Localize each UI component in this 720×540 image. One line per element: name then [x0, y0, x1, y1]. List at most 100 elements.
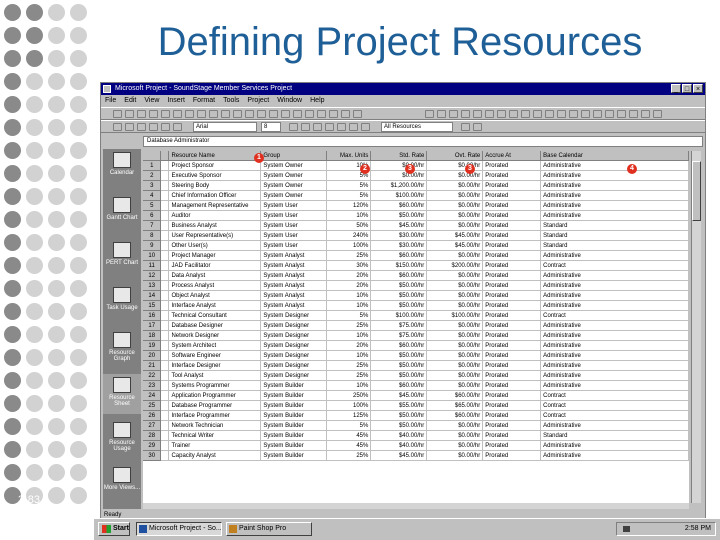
view-bar-item[interactable]: Resource Graph: [103, 329, 141, 369]
toolbar-button-icon[interactable]: [209, 110, 218, 118]
table-row[interactable]: 29 Trainer System Builder 45% $40.00/hr $0.00…: [143, 440, 689, 451]
toolbar-button-icon[interactable]: [461, 123, 470, 131]
table-row[interactable]: 13 Process Analyst System Analyst 20% $50.00…: [143, 280, 689, 291]
table-cell[interactable]: System Owner: [260, 170, 328, 181]
table-cell[interactable]: Interface Programmer: [168, 410, 262, 421]
toolbar-button-icon[interactable]: [341, 110, 350, 118]
entry-bar[interactable]: Database Administrator: [143, 136, 703, 147]
table-cell[interactable]: Application Programmer: [168, 390, 262, 401]
row-id[interactable]: 25: [143, 400, 162, 411]
table-cell[interactable]: Administrative: [540, 280, 689, 291]
toolbar-button-icon[interactable]: [461, 110, 470, 118]
toolbar-button-icon[interactable]: [653, 110, 662, 118]
table-cell[interactable]: 25%: [326, 250, 372, 261]
row-id[interactable]: 10: [143, 250, 162, 261]
table-cell[interactable]: System Designer: [260, 320, 328, 331]
toolbar-button-icon[interactable]: [485, 110, 494, 118]
view-bar-item[interactable]: More Views...: [103, 464, 141, 504]
column-header[interactable]: Std. Rate: [370, 151, 428, 161]
horizontal-scrollbar[interactable]: [143, 503, 689, 509]
table-cell[interactable]: System Owner: [260, 180, 328, 191]
toolbar-button-icon[interactable]: [473, 123, 482, 131]
view-bar-item[interactable]: Task Usage: [103, 284, 141, 324]
toolbar-button-icon[interactable]: [629, 110, 638, 118]
table-cell[interactable]: System Analyst: [260, 290, 328, 301]
row-id[interactable]: 26: [143, 410, 162, 421]
table-cell[interactable]: Contract: [540, 260, 689, 271]
table-cell[interactable]: Software Engineer: [168, 350, 262, 361]
row-id[interactable]: 28: [143, 430, 162, 441]
toolbar-button-icon[interactable]: [313, 123, 322, 131]
table-cell[interactable]: $0.00/hr: [426, 330, 484, 341]
speaker-icon[interactable]: [623, 526, 630, 532]
table-cell[interactable]: Prorated: [482, 210, 542, 221]
column-header[interactable]: Accrue At: [482, 151, 542, 161]
table-cell[interactable]: $50.00/hr: [370, 300, 428, 311]
table-cell[interactable]: $60.00/hr: [370, 380, 428, 391]
toolbar-button-icon[interactable]: [473, 110, 482, 118]
vertical-scrollbar[interactable]: [691, 151, 701, 503]
view-bar-item[interactable]: PERT Chart: [103, 239, 141, 279]
table-cell[interactable]: Standard: [540, 220, 689, 231]
table-cell[interactable]: System Builder: [260, 430, 328, 441]
row-id[interactable]: 12: [143, 270, 162, 281]
table-cell[interactable]: 125%: [326, 410, 372, 421]
table-cell[interactable]: Administrative: [540, 360, 689, 371]
toolbar-button-icon[interactable]: [269, 110, 278, 118]
table-cell[interactable]: Administrative: [540, 200, 689, 211]
table-cell[interactable]: Administrative: [540, 180, 689, 191]
table-cell[interactable]: Prorated: [482, 380, 542, 391]
table-cell[interactable]: Prorated: [482, 220, 542, 231]
table-cell[interactable]: $0.00/hr: [426, 370, 484, 381]
menu-item-format[interactable]: Format: [189, 95, 219, 107]
toolbar-button-icon[interactable]: [449, 110, 458, 118]
row-id[interactable]: 6: [143, 210, 162, 221]
toolbar-button-icon[interactable]: [605, 110, 614, 118]
table-cell[interactable]: System User: [260, 230, 328, 241]
table-cell[interactable]: $0.00/hr: [426, 180, 484, 191]
row-id[interactable]: 9: [143, 240, 162, 251]
table-cell[interactable]: Steering Body: [168, 180, 262, 191]
toolbar-button-icon[interactable]: [149, 123, 158, 131]
table-cell[interactable]: $30.00/hr: [370, 240, 428, 251]
table-cell[interactable]: 5%: [326, 180, 372, 191]
table-row[interactable]: 28 Technical Writer System Builder 45% $40.0…: [143, 430, 689, 441]
table-cell[interactable]: Prorated: [482, 180, 542, 191]
table-cell[interactable]: Administrative: [540, 440, 689, 451]
table-row[interactable]: 11 JAD Facilitator System Analyst 30% $150.0…: [143, 260, 689, 271]
table-cell[interactable]: $40.00/hr: [370, 440, 428, 451]
table-cell[interactable]: $45.00/hr: [370, 390, 428, 401]
table-cell[interactable]: Prorated: [482, 160, 542, 171]
table-cell[interactable]: $50.00/hr: [370, 350, 428, 361]
select-all-cell[interactable]: [143, 151, 162, 161]
table-row[interactable]: 12 Data Analyst System Analyst 20% $60.00/hr…: [143, 270, 689, 281]
table-cell[interactable]: $55.00/hr: [370, 400, 428, 411]
table-row[interactable]: 20 Software Engineer System Designer 10% $50…: [143, 350, 689, 361]
table-cell[interactable]: 45%: [326, 440, 372, 451]
scroll-thumb[interactable]: [692, 161, 701, 221]
table-cell[interactable]: 10%: [326, 210, 372, 221]
table-row[interactable]: 26 Interface Programmer System Builder 125%…: [143, 410, 689, 421]
toolbar-button-icon[interactable]: [353, 110, 362, 118]
column-header[interactable]: Base Calendar: [540, 151, 689, 161]
row-id[interactable]: 15: [143, 300, 162, 311]
table-cell[interactable]: Interface Analyst: [168, 300, 262, 311]
table-row[interactable]: 24 Application Programmer System Builder 25…: [143, 390, 689, 401]
table-cell[interactable]: System Builder: [260, 450, 328, 461]
table-cell[interactable]: Executive Sponsor: [168, 170, 262, 181]
table-cell[interactable]: 50%: [326, 220, 372, 231]
table-cell[interactable]: 10%: [326, 350, 372, 361]
table-cell[interactable]: 20%: [326, 280, 372, 291]
table-cell[interactable]: $60.00/hr: [426, 390, 484, 401]
toolbar-button-icon[interactable]: [425, 110, 434, 118]
table-cell[interactable]: $0.00/hr: [426, 320, 484, 331]
table-cell[interactable]: 20%: [326, 340, 372, 351]
table-row[interactable]: 5 Management Representative System User 120…: [143, 200, 689, 211]
table-cell[interactable]: JAD Facilitator: [168, 260, 262, 271]
table-cell[interactable]: Prorated: [482, 170, 542, 181]
table-cell[interactable]: Object Analyst: [168, 290, 262, 301]
menu-item-project[interactable]: Project: [243, 95, 273, 107]
table-cell[interactable]: Project Manager: [168, 250, 262, 261]
table-cell[interactable]: System Builder: [260, 380, 328, 391]
table-cell[interactable]: 10%: [326, 380, 372, 391]
